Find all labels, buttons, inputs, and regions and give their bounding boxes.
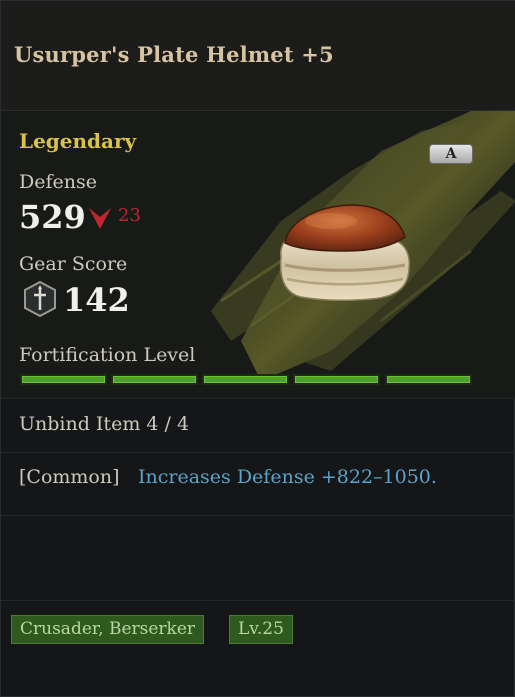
item-summary: Legendary A Defense 529 23 Gear Score 14… [1,111,515,399]
fortification-segment [111,374,198,385]
grade-badge: A [429,144,473,164]
effect-tag: [Common] [19,466,120,488]
requirements-footer: Crusader, Berserker Lv.25 [1,601,515,697]
gear-score-value: 142 [63,281,130,319]
helmet-icon [279,204,410,302]
defense-diff: 23 [118,205,141,226]
effect-row: [Common] Increases Defense +822–1050. [1,453,515,516]
fortification-label: Fortification Level [19,344,196,366]
fortification-segment [20,374,107,385]
fortification-segment [293,374,380,385]
rarity-label: Legendary [19,129,137,153]
fortification-segment [385,374,472,385]
unbind-row: Unbind Item 4 / 4 [1,399,515,453]
item-name: Usurper's Plate Helmet +5 [14,42,334,67]
empty-section [1,516,515,601]
unbind-count: Unbind Item 4 / 4 [19,413,190,435]
title-bar: Usurper's Plate Helmet +5 [1,1,515,111]
effect-text: Increases Defense +822–1050. [138,466,437,488]
down-arrow-icon [89,208,111,229]
item-tooltip: Usurper's Plate Helmet +5 Legendary A De… [0,0,515,697]
defense-label: Defense [19,171,97,193]
gear-score-label: Gear Score [19,253,128,275]
level-requirement-tag: Lv.25 [229,615,293,644]
class-requirement-tag: Crusader, Berserker [11,615,205,644]
sword-shield-icon [24,281,56,317]
fortification-segment [202,374,289,385]
defense-value: 529 [19,198,86,236]
